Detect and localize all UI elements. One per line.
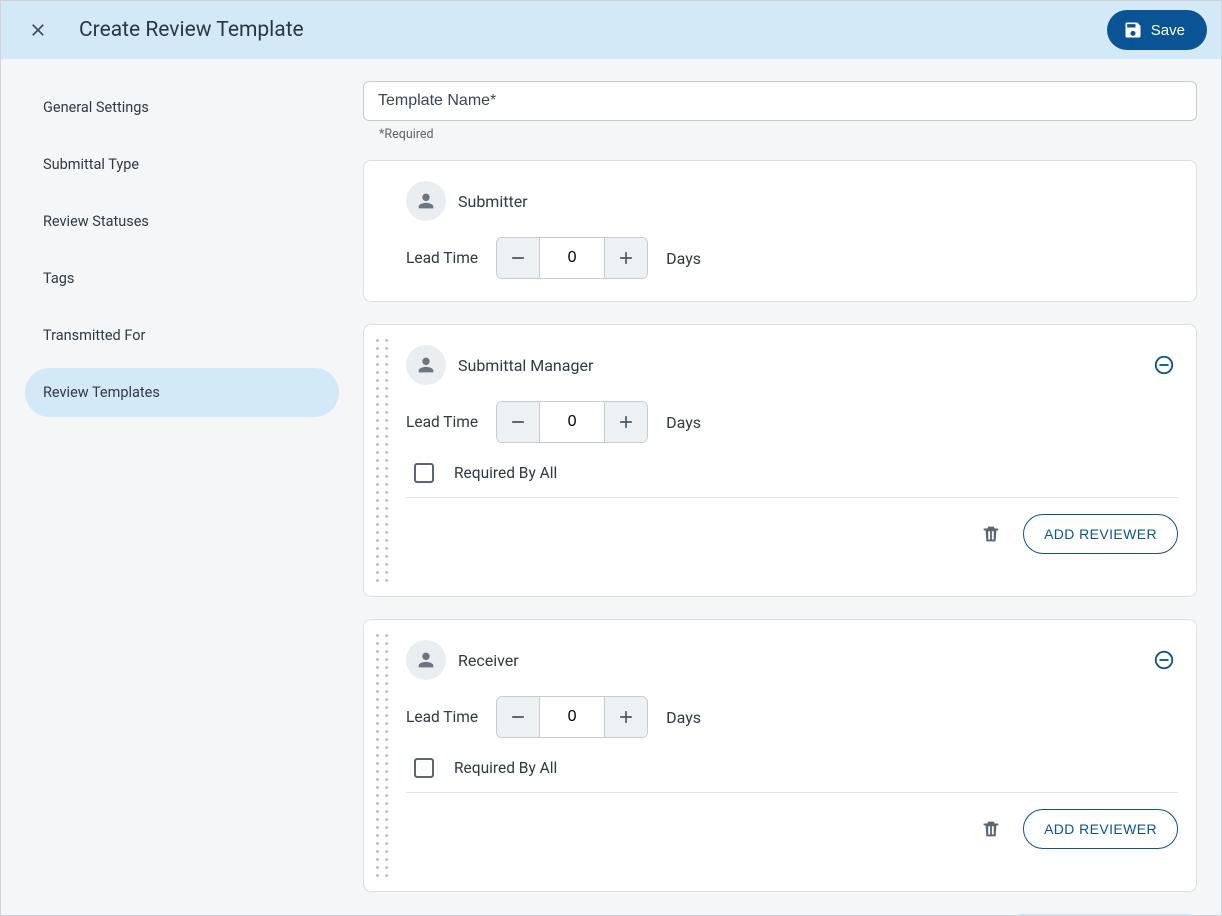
content: General Settings Submittal Type Review S… [1, 59, 1221, 915]
save-label: Save [1151, 22, 1185, 39]
required-by-all-row: Required By All [406, 746, 1178, 792]
main-panel: *Required Submitter Lead Time [363, 59, 1221, 915]
collapse-minus-icon [1153, 649, 1175, 671]
step-card-submittal-manager: Submittal Manager Lead Time Days [363, 324, 1197, 597]
collapse-button[interactable] [1150, 351, 1178, 379]
action-row: ADD REVIEWER [406, 508, 1178, 556]
lead-time-label: Lead Time [406, 249, 478, 267]
avatar [406, 345, 446, 385]
lead-time-row: Lead Time Days [406, 688, 1178, 746]
lead-time-label: Lead Time [406, 413, 478, 431]
drag-icon [376, 339, 389, 582]
lead-time-value[interactable] [539, 697, 605, 737]
days-label: Days [666, 708, 701, 727]
plus-icon [616, 248, 636, 268]
increment-button[interactable] [605, 402, 647, 442]
sidebar-item-tags[interactable]: Tags [25, 254, 339, 303]
role-row: Submittal Manager [406, 335, 1178, 393]
lead-time-stepper [496, 237, 648, 279]
required-by-all-row: Required By All [406, 451, 1178, 497]
role-name: Submitter [458, 192, 528, 211]
role-row: Receiver [406, 630, 1178, 688]
required-by-all-checkbox[interactable] [414, 463, 434, 483]
role-left: Submittal Manager [406, 345, 593, 385]
required-by-all-label: Required By All [454, 464, 557, 482]
sidebar-item-submittal-type[interactable]: Submittal Type [25, 140, 339, 189]
required-by-all-checkbox[interactable] [414, 758, 434, 778]
step-card-submitter: Submitter Lead Time Days [363, 160, 1197, 302]
minus-icon [508, 707, 528, 727]
sidebar-item-label: Review Statuses [43, 213, 149, 230]
role-left: Receiver [406, 640, 519, 680]
template-name-input[interactable] [363, 81, 1197, 121]
role-name: Submittal Manager [458, 356, 593, 375]
step-card-receiver: Receiver Lead Time Days [363, 619, 1197, 892]
person-icon [415, 354, 437, 376]
lead-time-value[interactable] [539, 238, 605, 278]
add-review-step-button[interactable]: Add Review Step [1012, 914, 1197, 915]
sidebar-item-review-templates[interactable]: Review Templates [25, 368, 339, 417]
lead-time-row: Lead Time Days [406, 229, 1178, 287]
sidebar-item-label: Submittal Type [43, 156, 139, 173]
page-title: Create Review Template [79, 18, 304, 42]
sidebar-item-review-statuses[interactable]: Review Statuses [25, 197, 339, 246]
save-button[interactable]: Save [1107, 10, 1207, 50]
save-icon [1123, 20, 1143, 40]
minus-icon [508, 248, 528, 268]
modal-header: Create Review Template Save [1, 1, 1221, 59]
role-row: Submitter [406, 171, 1178, 229]
sidebar: General Settings Submittal Type Review S… [1, 59, 363, 915]
plus-icon [616, 707, 636, 727]
footer: Add Review Step [363, 914, 1197, 915]
lead-time-label: Lead Time [406, 708, 478, 726]
sidebar-item-label: Transmitted For [43, 327, 145, 344]
minus-icon [508, 412, 528, 432]
person-icon [415, 190, 437, 212]
increment-button[interactable] [605, 238, 647, 278]
required-by-all-label: Required By All [454, 759, 557, 777]
card-body: Submitter Lead Time Days [364, 161, 1196, 301]
action-row: ADD REVIEWER [406, 803, 1178, 851]
increment-button[interactable] [605, 697, 647, 737]
collapse-button[interactable] [1150, 646, 1178, 674]
collapse-minus-icon [1153, 354, 1175, 376]
decrement-button[interactable] [497, 238, 539, 278]
trash-icon [980, 523, 1002, 545]
drag-icon [376, 634, 389, 877]
avatar [406, 181, 446, 221]
required-note: *Required [363, 121, 1197, 142]
sidebar-item-label: Tags [43, 270, 74, 287]
sidebar-item-label: Review Templates [43, 384, 160, 401]
lead-time-row: Lead Time Days [406, 393, 1178, 451]
delete-step-button[interactable] [977, 815, 1005, 843]
divider [406, 497, 1178, 498]
card-body: Receiver Lead Time Days [396, 620, 1196, 891]
sidebar-item-general-settings[interactable]: General Settings [25, 83, 339, 132]
decrement-button[interactable] [497, 402, 539, 442]
role-name: Receiver [458, 651, 519, 670]
header-left: Create Review Template [23, 15, 304, 45]
decrement-button[interactable] [497, 697, 539, 737]
person-icon [415, 649, 437, 671]
lead-time-stepper [496, 401, 648, 443]
plus-icon [616, 412, 636, 432]
delete-step-button[interactable] [977, 520, 1005, 548]
sidebar-item-label: General Settings [43, 99, 149, 116]
divider [406, 792, 1178, 793]
lead-time-stepper [496, 696, 648, 738]
drag-handle[interactable] [364, 620, 396, 891]
avatar [406, 640, 446, 680]
add-reviewer-button[interactable]: ADD REVIEWER [1023, 514, 1178, 554]
template-name-wrap: *Required [363, 81, 1197, 142]
sidebar-item-transmitted-for[interactable]: Transmitted For [25, 311, 339, 360]
close-button[interactable] [23, 15, 53, 45]
drag-handle[interactable] [364, 325, 396, 596]
lead-time-value[interactable] [539, 402, 605, 442]
days-label: Days [666, 413, 701, 432]
add-reviewer-button[interactable]: ADD REVIEWER [1023, 809, 1178, 849]
close-icon [28, 20, 48, 40]
card-body: Submittal Manager Lead Time Days [396, 325, 1196, 596]
trash-icon [980, 818, 1002, 840]
days-label: Days [666, 249, 701, 268]
